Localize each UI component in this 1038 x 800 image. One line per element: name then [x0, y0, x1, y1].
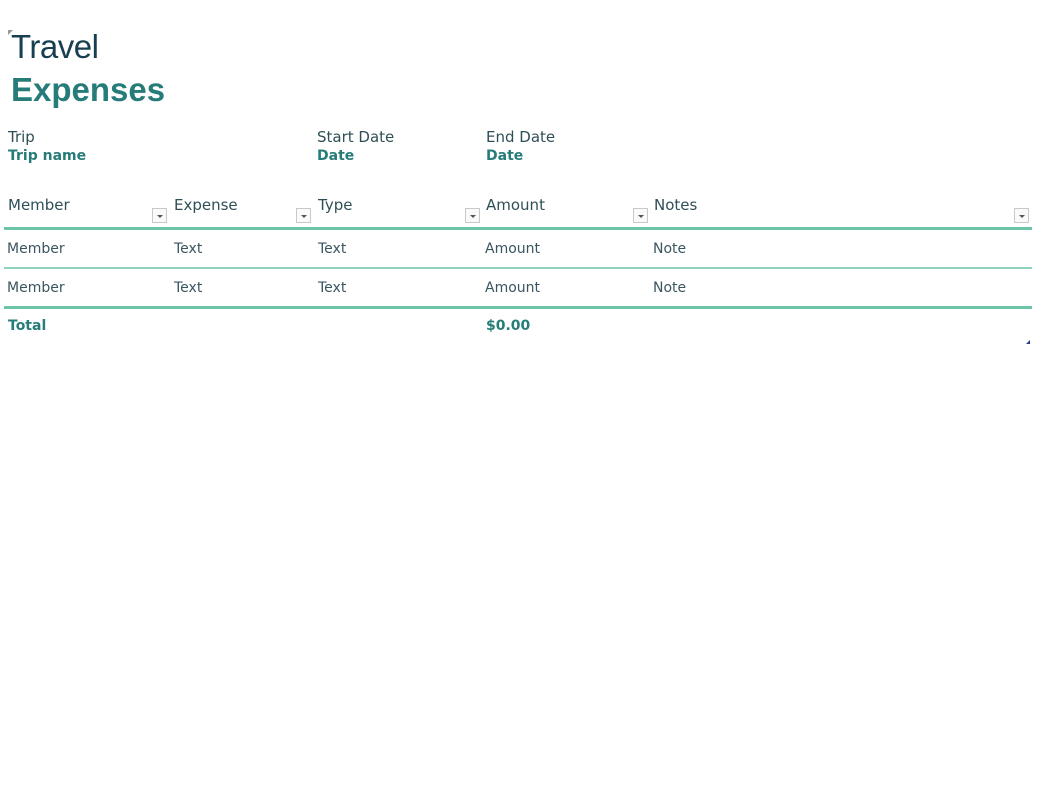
filter-dropdown-notes-icon[interactable]	[1014, 208, 1029, 223]
table-header: Member Expense Type Amount Notes	[4, 193, 1032, 230]
title-travel: Travel	[11, 28, 99, 65]
end-date-label: End Date	[486, 128, 556, 146]
filter-dropdown-type-icon[interactable]	[465, 208, 480, 223]
start-date-label: Start Date	[317, 128, 395, 146]
trip-value[interactable]: Trip name	[8, 148, 86, 164]
filter-dropdown-member-icon[interactable]	[152, 208, 167, 223]
cell-amount[interactable]: Amount	[485, 241, 540, 257]
table-resize-handle-icon[interactable]	[1026, 340, 1030, 344]
title-expenses: Expenses	[11, 71, 166, 108]
trip-field: Trip Trip name	[8, 128, 86, 164]
cell-type[interactable]: Text	[318, 280, 346, 296]
end-date-field: End Date Date	[486, 128, 555, 164]
end-date-value[interactable]: Date	[486, 148, 555, 164]
cell-notes[interactable]: Note	[653, 280, 686, 296]
total-row: Total $0.00	[4, 308, 1032, 342]
cell-amount[interactable]: Amount	[485, 280, 540, 296]
start-date-field: Start Date Date	[317, 128, 394, 164]
column-header-expense[interactable]: Expense	[174, 196, 238, 214]
column-header-type[interactable]: Type	[318, 196, 352, 214]
cell-expense[interactable]: Text	[174, 280, 202, 296]
filter-dropdown-expense-icon[interactable]	[296, 208, 311, 223]
column-header-amount[interactable]: Amount	[486, 196, 545, 214]
start-date-value[interactable]: Date	[317, 148, 394, 164]
table-row: Member Text Text Amount Note	[4, 230, 1032, 269]
cell-member[interactable]: Member	[7, 280, 65, 296]
column-header-member[interactable]: Member	[8, 196, 70, 214]
column-header-notes[interactable]: Notes	[654, 196, 697, 214]
cell-type[interactable]: Text	[318, 241, 346, 257]
cell-expense[interactable]: Text	[174, 241, 202, 257]
filter-dropdown-amount-icon[interactable]	[633, 208, 648, 223]
cell-member[interactable]: Member	[7, 241, 65, 257]
total-amount: $0.00	[486, 318, 531, 334]
table-row: Member Text Text Amount Note	[4, 269, 1032, 309]
trip-label: Trip	[8, 128, 35, 146]
cell-notes[interactable]: Note	[653, 241, 686, 257]
total-label: Total	[8, 318, 47, 334]
